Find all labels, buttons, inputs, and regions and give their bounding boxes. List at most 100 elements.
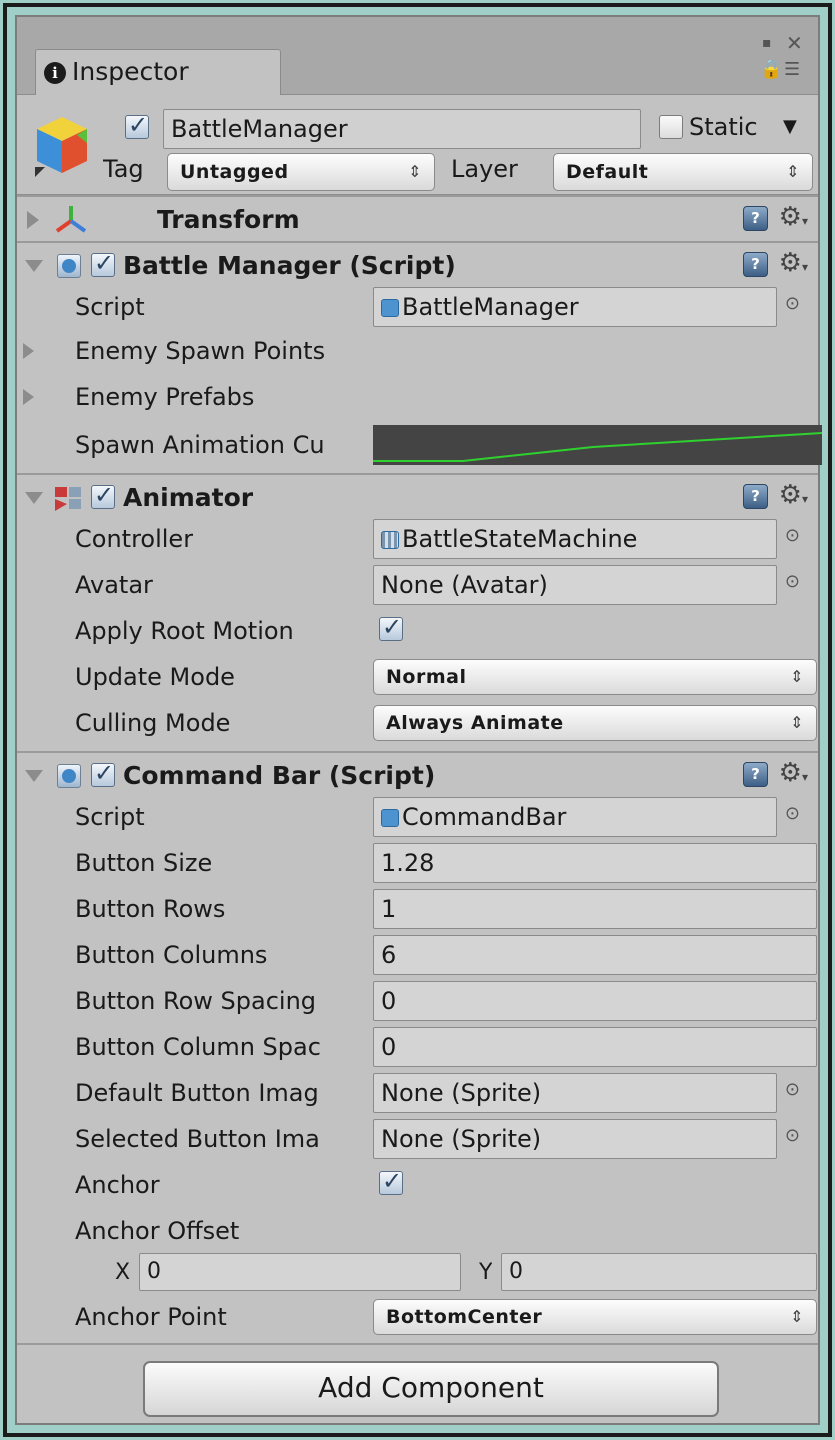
object-picker-icon[interactable]: ⊙ (785, 293, 800, 314)
tab-inspector[interactable]: i Inspector (35, 49, 281, 95)
object-picker-icon[interactable]: ⊙ (785, 571, 800, 592)
csharp-script-icon (57, 764, 81, 788)
update-mode-dropdown[interactable]: Normal ⇕ (373, 659, 817, 695)
layer-dropdown[interactable]: Default ⇕ (553, 153, 813, 191)
spawn-animation-curve-field[interactable] (373, 425, 822, 465)
script-field[interactable]: BattleManager (373, 287, 777, 327)
cb-script-field[interactable]: CommandBar (373, 797, 777, 837)
selected-button-image-field[interactable]: None (Sprite) (373, 1119, 777, 1159)
gear-icon[interactable]: ⚙▾ (779, 202, 808, 236)
enemy-prefabs-foldout[interactable]: Enemy Prefabs (75, 381, 254, 413)
animator-title: Animator (123, 483, 254, 512)
controller-value: BattleStateMachine (402, 525, 638, 553)
command-bar-header[interactable]: ✓ Command Bar (Script) ? ⚙▾ (17, 751, 818, 797)
updown-icon: ⇕ (786, 162, 800, 181)
layer-label: Layer (451, 155, 518, 183)
foldout-arrow-icon[interactable] (23, 389, 34, 405)
apply-root-motion-checkbox[interactable]: ✓ (379, 613, 403, 641)
object-picker-icon[interactable]: ⊙ (785, 525, 800, 546)
anchor-label: Anchor (75, 1171, 160, 1199)
tab-title: Inspector (72, 57, 189, 86)
gear-icon[interactable]: ⚙▾ (779, 480, 808, 514)
controller-field[interactable]: BattleStateMachine (373, 519, 777, 559)
battle-manager-enabled-checkbox[interactable]: ✓ (91, 249, 115, 277)
tab-controls: ▪ ✕ 🔒 ☰ (754, 31, 806, 85)
anchor-checkbox[interactable]: ✓ (379, 1167, 403, 1195)
object-picker-icon[interactable]: ⊙ (785, 1125, 800, 1146)
button-columns-field[interactable]: 6 (373, 935, 817, 975)
expanded-arrow-icon[interactable] (25, 260, 43, 272)
offset-y-value: 0 (509, 1259, 523, 1284)
help-icon[interactable]: ? (743, 762, 768, 787)
check-icon: ✓ (94, 759, 115, 787)
default-button-image-field[interactable]: None (Sprite) (373, 1073, 777, 1113)
default-button-image-value: None (Sprite) (381, 1079, 542, 1107)
avatar-value: None (Avatar) (381, 571, 548, 599)
button-row-spacing-label: Button Row Spacing (75, 987, 317, 1015)
object-picker-icon[interactable]: ⊙ (785, 1079, 800, 1100)
enemy-spawn-points-foldout[interactable]: Enemy Spawn Points (75, 335, 325, 367)
animator-header[interactable]: ✓ Animator ? ⚙▾ (17, 473, 818, 519)
anchor-point-label: Anchor Point (75, 1303, 227, 1331)
gameobject-cube-icon (35, 117, 87, 177)
static-dropdown-arrow-icon[interactable]: ▼ (783, 111, 797, 143)
command-bar-enabled-checkbox[interactable]: ✓ (91, 759, 115, 787)
cb-script-value: CommandBar (402, 803, 567, 831)
controller-label: Controller (75, 525, 194, 553)
static-checkbox[interactable] (659, 115, 683, 139)
tag-dropdown[interactable]: Untagged ⇕ (167, 153, 435, 191)
foldout-arrow-icon[interactable] (23, 343, 34, 359)
anchor-offset-label: Anchor Offset (75, 1217, 240, 1245)
static-label: Static (689, 113, 758, 141)
close-icon[interactable]: ✕ (786, 31, 803, 55)
lock-icon[interactable]: 🔒 (760, 59, 782, 80)
help-icon[interactable]: ? (743, 206, 768, 231)
update-mode-label: Update Mode (75, 663, 235, 691)
avatar-label: Avatar (75, 571, 153, 599)
menu-icon[interactable]: ☰ (784, 59, 800, 80)
active-checkbox[interactable]: ✓ (125, 111, 149, 139)
offset-y-field[interactable]: 0 (501, 1253, 817, 1291)
animator-enabled-checkbox[interactable]: ✓ (91, 481, 115, 509)
gear-icon[interactable]: ⚙▾ (779, 758, 808, 792)
anchor-point-value: BottomCenter (386, 1306, 543, 1328)
offset-x-field[interactable]: 0 (139, 1253, 461, 1291)
expanded-arrow-icon[interactable] (25, 770, 43, 782)
add-component-button[interactable]: Add Component (143, 1361, 719, 1417)
animator-controller-icon (381, 531, 399, 549)
command-bar-title: Command Bar (Script) (123, 761, 436, 790)
anchor-point-dropdown[interactable]: BottomCenter ⇕ (373, 1299, 817, 1335)
inspector-panel: i Inspector ▪ ✕ 🔒 ☰ ✓ BattleManager Stati… (15, 15, 822, 1425)
gear-icon[interactable]: ⚙▾ (779, 248, 808, 282)
updown-icon: ⇕ (790, 713, 804, 732)
button-row-spacing-value: 0 (381, 987, 397, 1015)
battle-manager-header[interactable]: ✓ Battle Manager (Script) ? ⚙▾ (17, 241, 818, 287)
button-rows-field[interactable]: 1 (373, 889, 817, 929)
object-name-field[interactable]: BattleManager (163, 109, 641, 149)
cb-script-label: Script (75, 803, 145, 831)
expanded-arrow-icon[interactable] (25, 492, 43, 504)
transform-title: Transform (157, 205, 300, 234)
script-value: BattleManager (402, 293, 579, 321)
help-icon[interactable]: ? (743, 484, 768, 509)
offset-x-label: X (115, 1260, 131, 1285)
transform-header[interactable]: Transform ? ⚙▾ (17, 195, 818, 241)
selected-button-image-label: Selected Button Ima (75, 1125, 320, 1153)
button-columns-label: Button Columns (75, 941, 268, 969)
selected-button-image-value: None (Sprite) (381, 1125, 542, 1153)
maximize-icon[interactable]: ▪ (762, 35, 772, 51)
default-button-image-label: Default Button Imag (75, 1079, 319, 1107)
gameobject-header: ✓ BattleManager Static ▼ Tag Untagged ⇕ L… (17, 95, 818, 195)
avatar-field[interactable]: None (Avatar) (373, 565, 777, 605)
script-label: Script (75, 293, 145, 321)
help-icon[interactable]: ? (743, 252, 768, 277)
update-mode-value: Normal (386, 666, 467, 688)
collapsed-arrow-icon[interactable] (27, 211, 39, 229)
culling-mode-dropdown[interactable]: Always Animate ⇕ (373, 705, 817, 741)
button-row-spacing-field[interactable]: 0 (373, 981, 817, 1021)
check-icon: ✓ (94, 249, 115, 277)
button-column-spacing-field[interactable]: 0 (373, 1027, 817, 1067)
button-rows-label: Button Rows (75, 895, 226, 923)
button-size-field[interactable]: 1.28 (373, 843, 817, 883)
object-picker-icon[interactable]: ⊙ (785, 803, 800, 824)
